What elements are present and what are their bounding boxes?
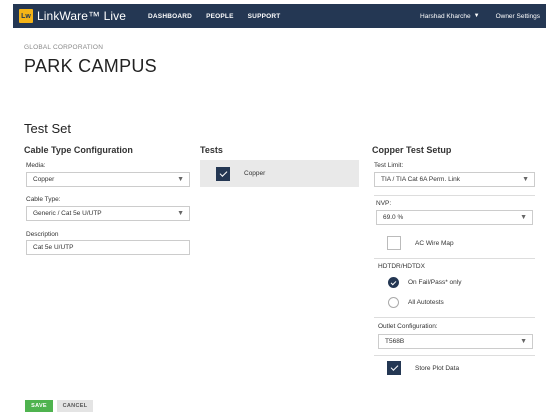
logo-mark: Lw (19, 9, 33, 23)
nvp-value: 69.0 % (383, 214, 404, 221)
description-label: Description (26, 231, 59, 238)
store-plot-checkbox[interactable] (387, 361, 401, 375)
hdtdr-label: HDTDR/HDTDX (378, 263, 425, 270)
test-item-label: Copper (244, 170, 266, 177)
nav-dashboard[interactable]: DASHBOARD (148, 13, 192, 20)
dropdown-arrow-icon: ▼ (520, 214, 527, 221)
test-limit-value: TIA / TIA Cat 6A Perm. Link (381, 176, 460, 183)
divider (374, 317, 535, 318)
nav-people[interactable]: PEOPLE (206, 13, 234, 20)
cable-type-label: Cable Type: (26, 196, 61, 203)
cable-type-select[interactable]: Generic / Cat 5e U/UTP ▼ (26, 206, 190, 221)
hdtdr-option-all[interactable]: All Autotests (388, 297, 444, 308)
ac-wire-map-label: AC Wire Map (415, 239, 454, 247)
top-navbar: Lw LinkWare™ Live DASHBOARD PEOPLE SUPPO… (13, 4, 546, 28)
divider (374, 355, 535, 356)
test-item-copper[interactable]: Copper (200, 160, 359, 187)
media-label: Media: (26, 162, 46, 169)
nav-support[interactable]: SUPPORT (248, 13, 281, 20)
media-select[interactable]: Copper ▼ (26, 172, 190, 187)
section-title: Test Set (24, 121, 71, 136)
owner-settings-link[interactable]: Owner Settings (496, 13, 540, 20)
store-plot-option[interactable]: Store Plot Data (387, 361, 459, 375)
logo-text: LinkWare™ Live (37, 9, 126, 23)
cable-type-value: Generic / Cat 5e U/UTP (33, 210, 102, 217)
fail-pass-label: On Fail/Pass* only (408, 279, 462, 286)
nav-links: DASHBOARD PEOPLE SUPPORT (148, 13, 294, 20)
app-logo[interactable]: Lw LinkWare™ Live (19, 9, 126, 23)
divider (374, 258, 535, 259)
divider (374, 195, 535, 196)
nvp-label: NVP: (376, 200, 392, 207)
nav-right: Harshad Kharche ▼ Owner Settings (420, 13, 540, 20)
test-limit-label: Test Limit: (374, 162, 404, 169)
user-menu[interactable]: Harshad Kharche ▼ (420, 13, 480, 20)
dropdown-arrow-icon: ▼ (522, 176, 529, 183)
test-limit-select[interactable]: TIA / TIA Cat 6A Perm. Link ▼ (374, 172, 535, 187)
outlet-config-select[interactable]: T568B ▼ (378, 334, 533, 349)
dropdown-arrow-icon: ▼ (177, 176, 184, 183)
dropdown-arrow-icon: ▼ (520, 338, 527, 345)
tests-heading: Tests (200, 145, 223, 155)
copper-checkbox[interactable] (216, 166, 230, 181)
description-input[interactable]: Cat 5e U/UTP (26, 240, 190, 255)
save-button[interactable]: SAVE (25, 400, 53, 412)
hdtdr-option-fail-pass[interactable]: On Fail/Pass* only (388, 277, 461, 288)
page-title: PARK CAMPUS (24, 56, 157, 76)
dropdown-arrow-icon: ▼ (177, 210, 184, 217)
caret-down-icon: ▼ (473, 13, 480, 19)
outlet-config-value: T568B (385, 338, 405, 345)
outlet-config-label: Outlet Configuration: (378, 323, 438, 330)
radio-fail-pass[interactable] (388, 277, 399, 288)
cable-config-heading: Cable Type Configuration (24, 145, 133, 155)
store-plot-label: Store Plot Data (415, 364, 460, 372)
media-value: Copper (33, 176, 55, 183)
description-value: Cat 5e U/UTP (33, 244, 74, 251)
copper-setup-heading: Copper Test Setup (372, 145, 452, 155)
ac-wire-map-option[interactable]: AC Wire Map (387, 236, 454, 250)
ac-wire-map-checkbox[interactable] (387, 236, 401, 250)
radio-all-autotests[interactable] (388, 297, 399, 308)
cancel-button[interactable]: CANCEL (57, 400, 93, 412)
nvp-select[interactable]: 69.0 % ▼ (376, 210, 533, 225)
org-name: GLOBAL CORPORATION (24, 44, 104, 51)
user-name: Harshad Kharche (420, 12, 471, 20)
all-autotests-label: All Autotests (408, 299, 444, 306)
